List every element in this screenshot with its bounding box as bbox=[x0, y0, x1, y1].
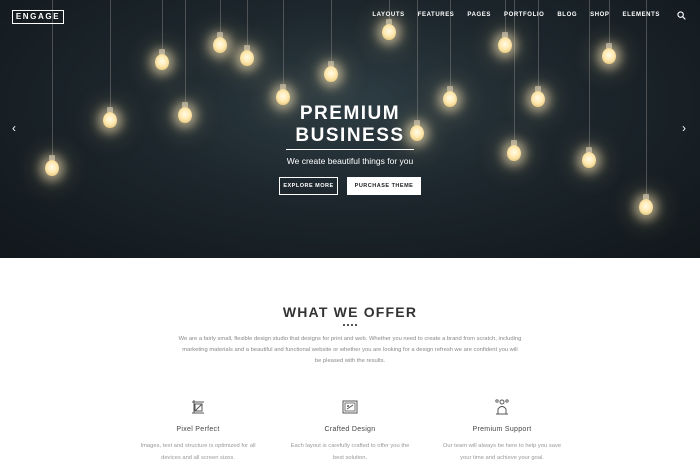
purchase-theme-button[interactable]: PURCHASE THEME bbox=[347, 177, 421, 195]
nav-item-shop[interactable]: SHOP bbox=[590, 12, 609, 18]
section-intro-line: We are a fairly small, flexible design s… bbox=[178, 336, 522, 342]
feature-description: Each layout is carefully crafted to offe… bbox=[275, 440, 425, 464]
hero-slider: ENGAGE LAYOUTS FEATURES PAGES PORTFOLIO … bbox=[0, 0, 700, 258]
feature-description: Our team will always be here to help you… bbox=[427, 440, 577, 464]
main-nav: LAYOUTS FEATURES PAGES PORTFOLIO BLOG SH… bbox=[372, 12, 660, 18]
feature-title: Crafted Design bbox=[324, 426, 376, 433]
hero-title-line-1: PREMIUM bbox=[299, 103, 401, 124]
logo[interactable]: ENGAGE bbox=[12, 10, 64, 24]
support-icon bbox=[495, 399, 509, 415]
nav-item-portfolio[interactable]: PORTFOLIO bbox=[504, 12, 544, 18]
hero-subtitle: We create beautiful things for you bbox=[286, 156, 414, 166]
feature-description-line: best solution. bbox=[332, 455, 368, 461]
light-bulb bbox=[639, 199, 653, 215]
section-title: WHAT WE OFFER bbox=[282, 304, 418, 320]
feature-description-line: Each layout is carefully crafted to offe… bbox=[290, 443, 410, 449]
feature-description-line: devices and all screen sizes. bbox=[161, 455, 235, 461]
light-bulb bbox=[602, 48, 616, 64]
feature-pixel-perfect: Pixel Perfect Images, text and structure… bbox=[123, 398, 273, 464]
nav-item-elements[interactable]: ELEMENTS bbox=[623, 12, 660, 18]
feature-description-line: Our team will always be here to help you… bbox=[442, 443, 562, 449]
section-intro-line: be pleased with the results. bbox=[314, 358, 386, 364]
explore-more-button[interactable]: EXPLORE MORE bbox=[279, 177, 338, 195]
section-title-divider bbox=[343, 324, 357, 326]
crafted-icon bbox=[342, 400, 358, 414]
search-icon[interactable] bbox=[677, 11, 686, 20]
light-bulb bbox=[213, 37, 227, 53]
light-bulb bbox=[324, 66, 338, 82]
pixel-icon bbox=[192, 400, 204, 414]
section-intro-line: marketing materials and a beautiful and … bbox=[182, 347, 518, 353]
feature-description-line: your time and achieve your goal. bbox=[460, 455, 544, 461]
nav-item-features[interactable]: FEATURES bbox=[418, 12, 455, 18]
feature-crafted-design: Crafted Design Each layout is carefully … bbox=[275, 398, 425, 464]
hero-divider bbox=[286, 149, 414, 150]
light-bulb bbox=[498, 37, 512, 53]
section-intro: We are a fairly small, flexible design s… bbox=[160, 334, 540, 367]
nav-item-pages[interactable]: PAGES bbox=[467, 12, 491, 18]
feature-description-line: Images, text and structure is optimized … bbox=[140, 443, 256, 449]
light-bulb bbox=[240, 50, 254, 66]
feature-title: Premium Support bbox=[472, 426, 532, 433]
nav-item-blog[interactable]: BLOG bbox=[557, 12, 577, 18]
feature-description: Images, text and structure is optimized … bbox=[123, 440, 273, 464]
nav-item-layouts[interactable]: LAYOUTS bbox=[372, 12, 404, 18]
feature-title: Pixel Perfect bbox=[176, 426, 220, 433]
hero-title-line-2: BUSINESS bbox=[295, 125, 405, 146]
light-bulb bbox=[155, 54, 169, 70]
feature-premium-support: Premium Support Our team will always be … bbox=[427, 398, 577, 464]
top-navigation-bar: ENGAGE LAYOUTS FEATURES PAGES PORTFOLIO … bbox=[0, 0, 700, 34]
